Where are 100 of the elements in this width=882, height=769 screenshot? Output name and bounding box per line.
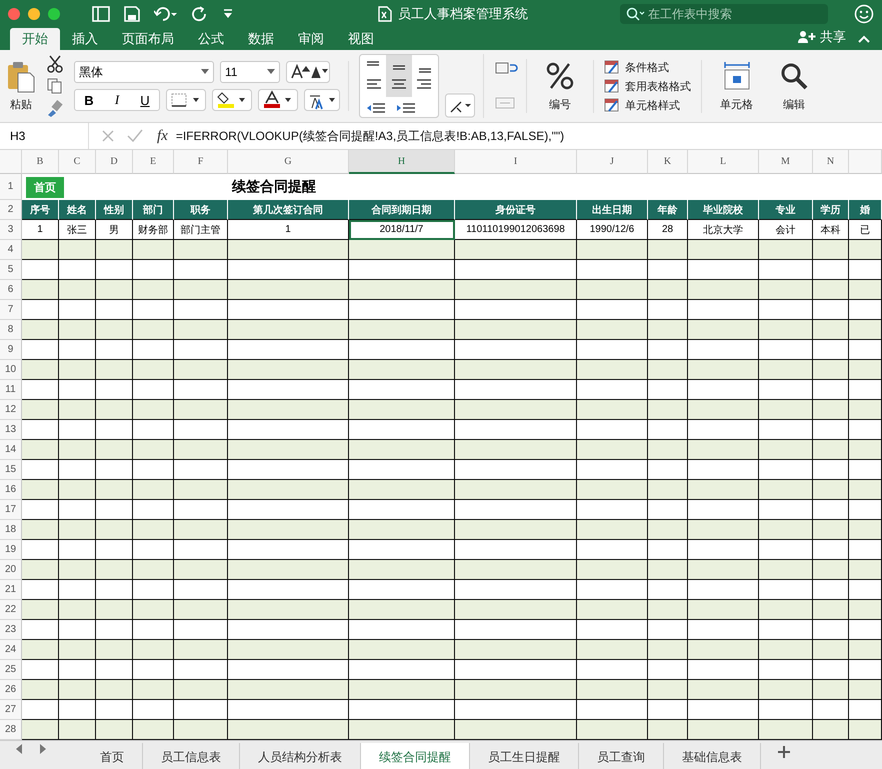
table-cell[interactable] [174,560,228,580]
table-cell[interactable] [349,600,455,620]
table-cell[interactable] [455,280,577,300]
table-cell[interactable] [577,640,648,660]
table-cell[interactable] [22,280,59,300]
table-cell[interactable] [174,680,228,700]
table-cell[interactable] [22,360,59,380]
table-cell[interactable] [349,520,455,540]
row-header[interactable]: 1 [0,174,22,200]
row-header[interactable]: 17 [0,500,22,520]
table-cell[interactable] [688,320,759,340]
table-cell[interactable] [228,440,349,460]
table-cell[interactable] [228,600,349,620]
customize-icon[interactable] [222,8,234,20]
table-cell[interactable] [59,440,96,460]
table-cell[interactable] [455,720,577,740]
table-cell[interactable] [59,600,96,620]
table-cell[interactable] [849,560,882,580]
table-cell[interactable] [648,520,688,540]
column-header[interactable]: J [577,150,648,174]
style-menu-button[interactable]: 条件格式 [604,60,669,74]
table-cell[interactable] [133,440,174,460]
table-cell[interactable] [813,680,849,700]
sheet-tab[interactable]: 续签合同提醒 [361,743,470,769]
table-cell[interactable] [349,560,455,580]
table-cell[interactable] [59,240,96,260]
table-cell[interactable] [228,480,349,500]
column-header[interactable]: D [96,150,133,174]
row-header[interactable]: 23 [0,620,22,640]
table-cell[interactable] [648,320,688,340]
table-cell[interactable] [174,440,228,460]
table-cell[interactable] [96,600,133,620]
table-cell[interactable] [96,720,133,740]
table-cell[interactable] [759,400,813,420]
column-header[interactable]: I [455,150,577,174]
table-cell[interactable] [22,640,59,660]
undo-icon[interactable] [154,6,178,22]
table-cell[interactable] [648,600,688,620]
table-cell[interactable] [455,320,577,340]
table-cell[interactable] [849,320,882,340]
table-cell[interactable] [759,480,813,500]
row-header[interactable]: 6 [0,280,22,300]
table-cell[interactable] [349,640,455,660]
table-cell[interactable] [688,720,759,740]
table-cell[interactable] [577,560,648,580]
table-cell[interactable] [349,360,455,380]
table-cell[interactable] [813,440,849,460]
sheet-tab[interactable]: 首页 [82,743,143,769]
table-cell[interactable] [133,640,174,660]
table-cell[interactable] [648,720,688,740]
table-cell[interactable] [133,520,174,540]
name-box[interactable]: H3 [0,123,89,149]
table-cell[interactable] [577,520,648,540]
ribbon-tab[interactable]: 页面布局 [110,28,186,50]
zoom-button[interactable] [48,8,60,20]
row-header[interactable]: 5 [0,260,22,280]
column-header[interactable]: G [228,150,349,174]
column-header[interactable]: H [349,150,455,174]
table-cell[interactable] [849,240,882,260]
table-cell[interactable] [96,640,133,660]
table-cell[interactable] [648,360,688,380]
table-cell[interactable] [577,400,648,420]
sheet-tab[interactable]: 员工生日提醒 [470,743,579,769]
column-header[interactable]: F [174,150,228,174]
table-cell[interactable] [849,680,882,700]
column-header[interactable]: N [813,150,849,174]
table-cell[interactable] [455,240,577,260]
row-header[interactable]: 22 [0,600,22,620]
ribbon-tab[interactable]: 审阅 [286,28,336,50]
table-cell[interactable] [813,520,849,540]
table-cell[interactable] [133,280,174,300]
grow-font-icon[interactable] [286,61,330,83]
paste-button[interactable]: 粘贴 [6,60,36,112]
table-cell[interactable] [759,360,813,380]
table-cell[interactable] [813,320,849,340]
ribbon-tab[interactable]: 视图 [336,28,386,50]
sidebar-icon[interactable] [92,6,110,22]
table-cell[interactable] [759,600,813,620]
table-cell[interactable] [577,320,648,340]
table-cell[interactable] [59,560,96,580]
row-header[interactable]: 11 [0,380,22,400]
table-cell[interactable] [22,680,59,700]
next-sheet-icon[interactable] [38,743,48,755]
table-cell[interactable] [849,600,882,620]
table-cell[interactable] [59,720,96,740]
save-icon[interactable] [124,6,140,22]
table-cell[interactable] [849,640,882,660]
table-cell[interactable] [174,240,228,260]
table-cell[interactable] [133,400,174,420]
alignment-icon[interactable] [359,54,439,118]
table-cell[interactable] [849,360,882,380]
cells-icon[interactable] [722,60,752,90]
minimize-button[interactable] [28,8,40,20]
table-cell[interactable] [688,640,759,660]
row-header[interactable]: 24 [0,640,22,660]
table-cell[interactable] [577,280,648,300]
table-cell[interactable] [577,480,648,500]
table-cell[interactable] [849,280,882,300]
table-cell[interactable] [228,520,349,540]
table-cell[interactable] [813,640,849,660]
